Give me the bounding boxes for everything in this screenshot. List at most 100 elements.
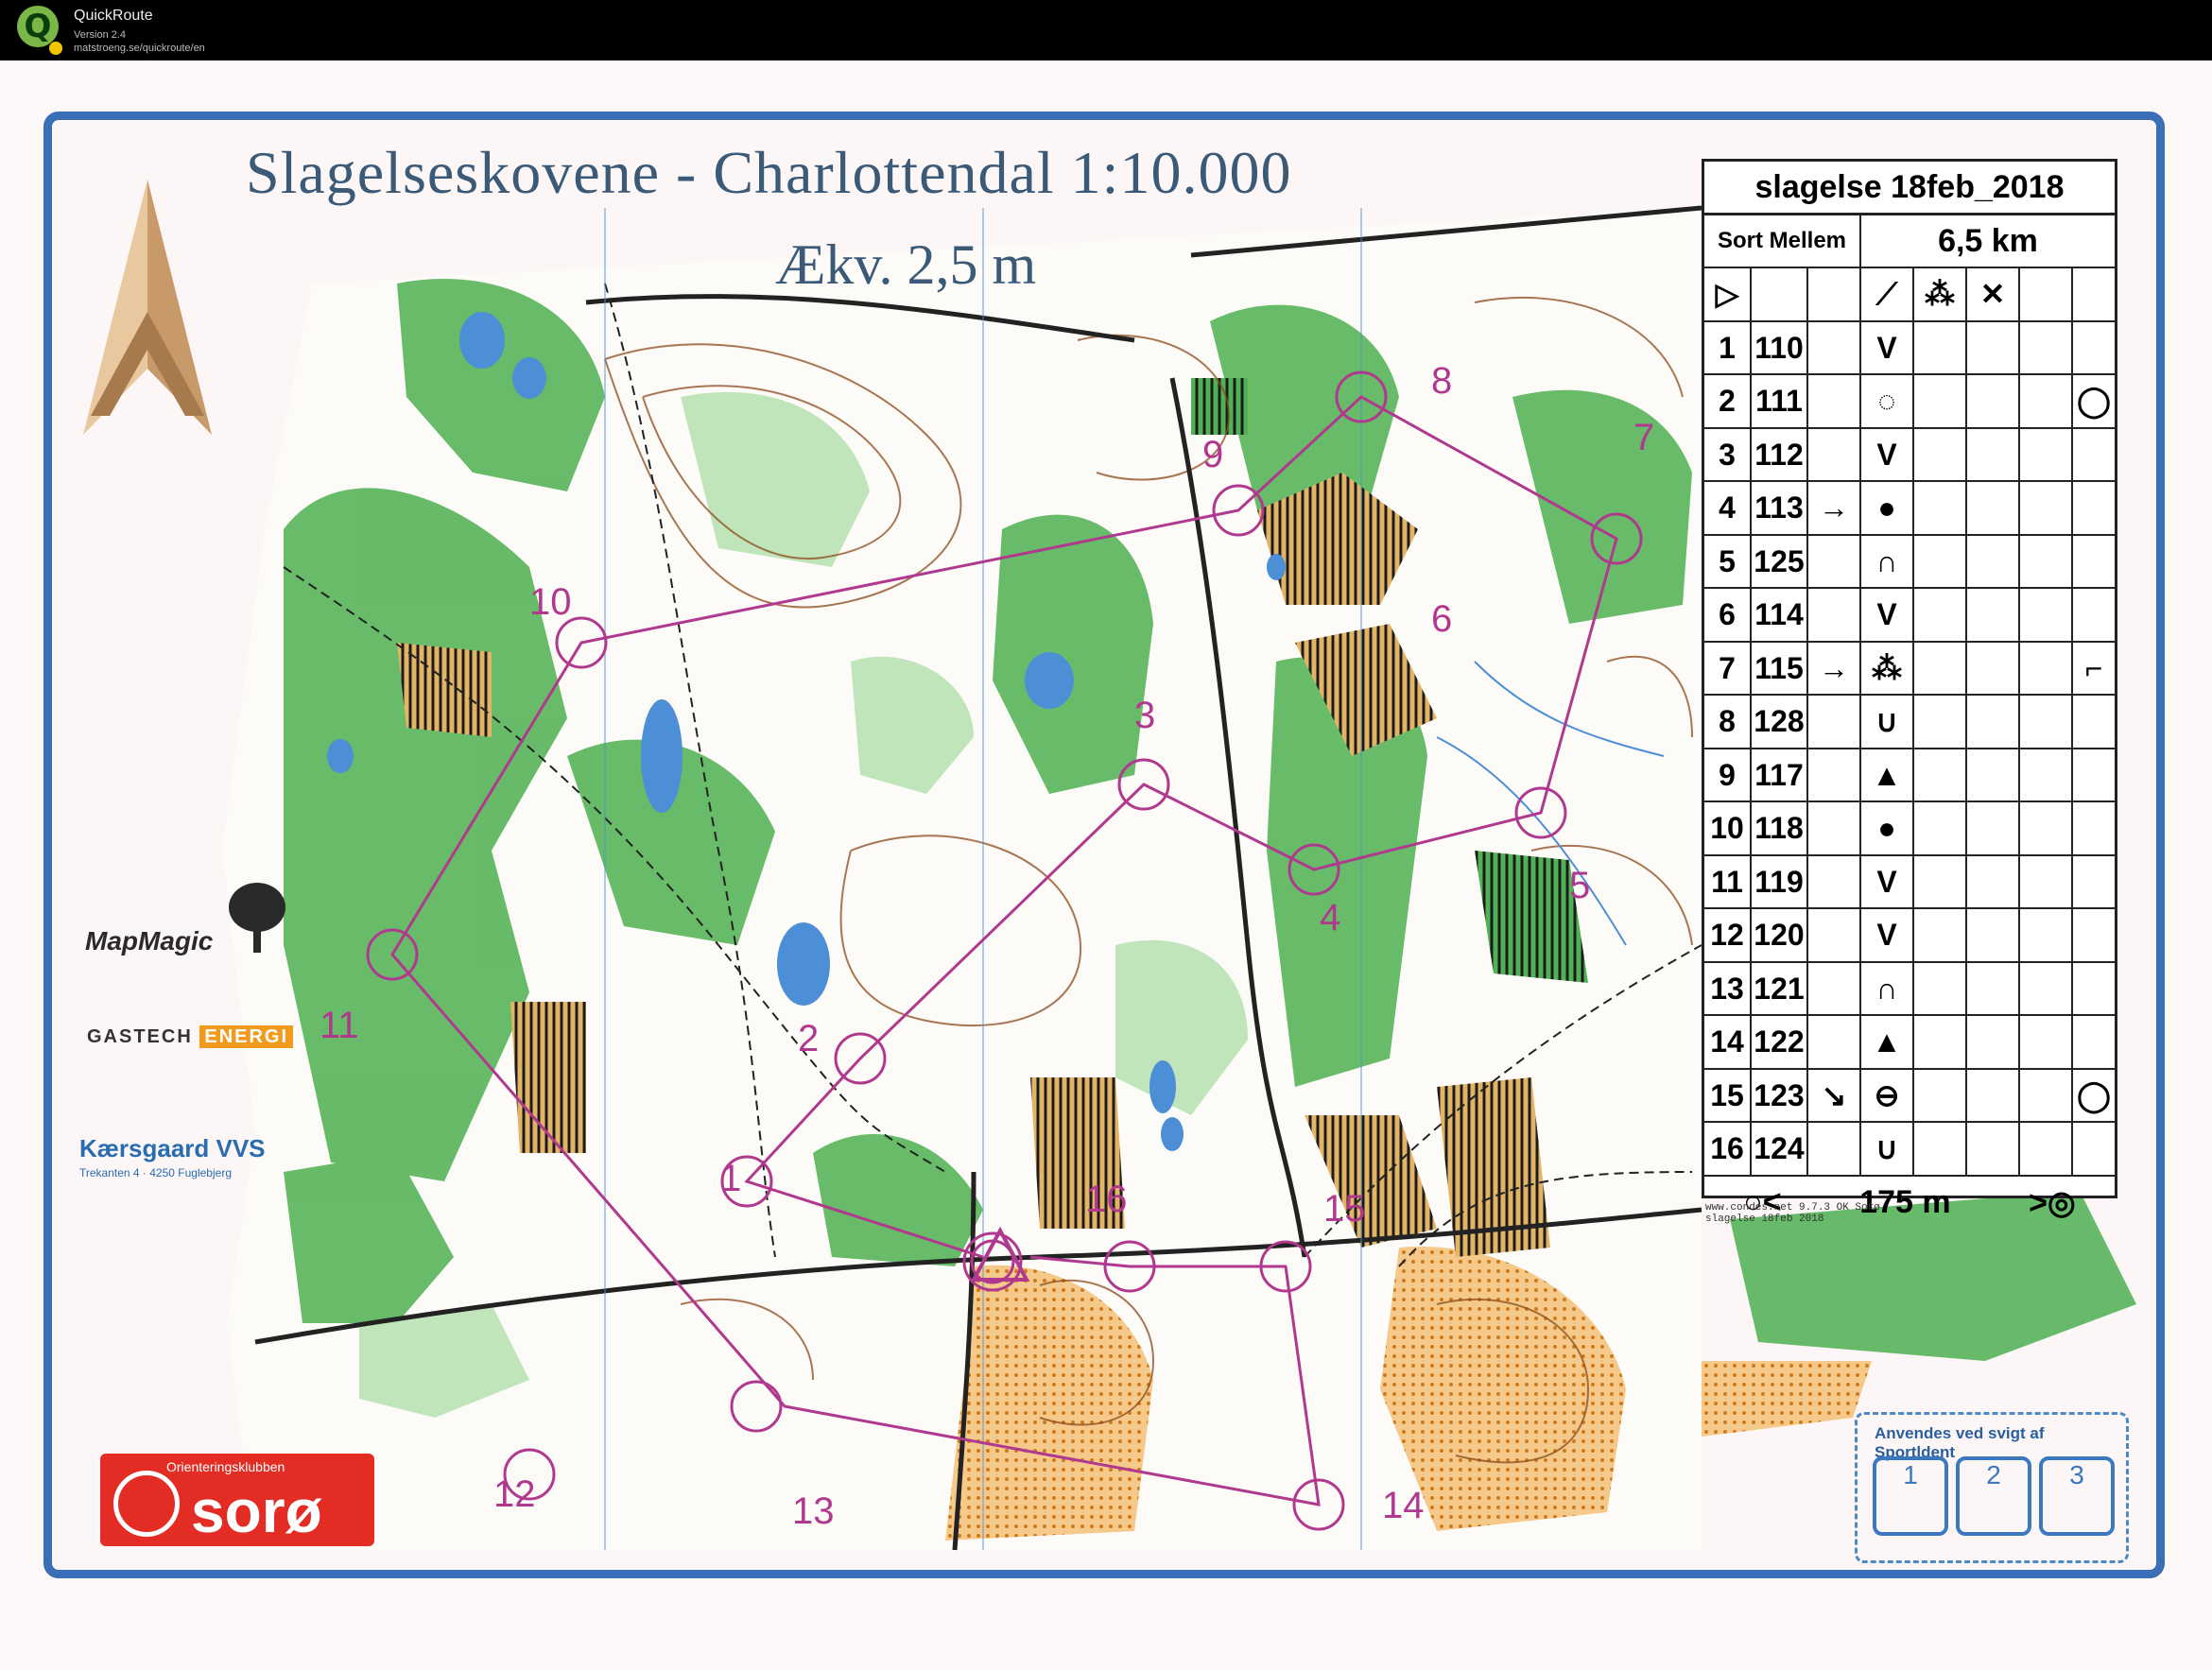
control-number-cell: 4 — [1704, 482, 1752, 534]
description-row: 16 124 ∪ — [1704, 1123, 2115, 1177]
control-number: 9 — [1202, 434, 1223, 475]
contour-interval: Ækv. 2,5 m — [775, 233, 1037, 296]
description-row: 10 118 ● — [1704, 802, 2115, 856]
feature-cell: ▲ — [1861, 1016, 1914, 1068]
feature-cell: ⊖ — [1861, 1069, 1914, 1121]
extra-cell — [2020, 696, 2073, 748]
direction-cell — [1808, 1016, 1861, 1068]
dimension-cell — [1967, 1123, 2020, 1175]
feature-cell: ● — [1861, 482, 1914, 534]
extra-cell — [2020, 535, 2073, 587]
control-number-cell: 11 — [1704, 855, 1752, 907]
description-row: 2 111 ◌ ◯ — [1704, 375, 2115, 429]
dimension-cell — [1967, 482, 2020, 534]
backup-box[interactable]: 2 — [1956, 1456, 2031, 1536]
description-row: 8 128 ∪ — [1704, 696, 2115, 749]
control-number: 7 — [1633, 417, 1654, 458]
mapmagic-logo: MapMagic — [85, 926, 214, 956]
location-cell — [2073, 963, 2115, 1015]
extra-cell — [2020, 802, 2073, 854]
extra-cell — [2020, 909, 2073, 961]
appearance-cell — [1914, 802, 1967, 854]
course-class: Sort Mellem — [1704, 215, 1861, 267]
extra-cell — [2020, 1069, 2073, 1121]
north-arrow-icon — [83, 180, 212, 435]
path-icon: ⟋ — [1861, 268, 1914, 320]
control-code-cell: 120 — [1752, 909, 1808, 961]
control-number-cell: 15 — [1704, 1069, 1752, 1121]
location-cell — [2073, 589, 2115, 641]
control-descriptions: slagelse 18feb_2018 Sort Mellem 6,5 km ▷… — [1702, 159, 2117, 1221]
control-code-cell: 118 — [1752, 802, 1808, 854]
direction-cell: → — [1808, 482, 1861, 534]
direction-cell — [1808, 1123, 1861, 1175]
control-number: 13 — [792, 1490, 835, 1532]
extra-cell — [2020, 855, 2073, 907]
description-row: 11 119 V — [1704, 855, 2115, 909]
control-number-cell: 5 — [1704, 535, 1752, 587]
dimension-cell — [1967, 375, 2020, 427]
feature-cell: ∩ — [1861, 535, 1914, 587]
course-length: 6,5 km — [1938, 223, 2038, 259]
appearance-cell — [1914, 855, 1967, 907]
control-number: 8 — [1431, 360, 1452, 402]
feature-cell: V — [1861, 909, 1914, 961]
ok-soro-logo: Orienteringsklubben sorø — [100, 1454, 374, 1546]
control-code-cell: 113 — [1752, 482, 1808, 534]
dimension-cell — [1967, 321, 2020, 373]
control-code-cell: 111 — [1752, 375, 1808, 427]
feature-cell: ∩ — [1861, 962, 1914, 1014]
direction-cell — [1808, 589, 1861, 641]
control-number-cell: 8 — [1704, 696, 1752, 748]
control-number-cell: 16 — [1704, 1123, 1752, 1175]
description-row: 13 121 ∩ — [1704, 962, 2115, 1016]
control-number-cell: 2 — [1704, 375, 1752, 427]
control-number: 2 — [798, 1018, 819, 1059]
extra-cell — [2020, 428, 2073, 480]
feature-cell: V — [1861, 428, 1914, 480]
tree-icon — [229, 883, 285, 953]
description-row: 9 117 ▲ — [1704, 749, 2115, 802]
description-row: 12 120 V — [1704, 909, 2115, 963]
extra-cell — [2020, 749, 2073, 801]
dimension-cell — [1967, 909, 2020, 961]
appearance-cell — [1914, 909, 1967, 961]
feature-cell: ◌ — [1861, 375, 1914, 427]
control-number: 1 — [720, 1158, 741, 1199]
direction-cell — [1808, 962, 1861, 1014]
bull-icon — [113, 1471, 180, 1537]
direction-cell — [1808, 535, 1861, 587]
feature-cell: ⁂ — [1861, 642, 1914, 694]
feature-cell: ∪ — [1861, 1123, 1914, 1175]
dimension-cell — [1967, 962, 2020, 1014]
appearance-cell — [1914, 589, 1967, 641]
location-cell — [2073, 802, 2115, 854]
backup-box[interactable]: 1 — [1873, 1456, 1948, 1536]
control-number-cell: 12 — [1704, 909, 1752, 961]
location-cell — [2073, 429, 2115, 481]
location-cell — [2073, 696, 2115, 748]
feature-cell: ● — [1861, 802, 1914, 854]
start-row: ▷ ⟋ ⁂ ✕ — [1704, 268, 2115, 322]
appearance-cell — [1914, 1069, 1967, 1121]
control-number: 3 — [1134, 695, 1155, 736]
location-cell — [2073, 909, 2115, 961]
dimension-cell — [1967, 802, 2020, 854]
control-code-cell: 114 — [1752, 589, 1808, 641]
control-code-cell: 125 — [1752, 535, 1808, 587]
control-code-cell: 122 — [1752, 1016, 1808, 1068]
control-number-cell: 13 — [1704, 962, 1752, 1014]
extra-cell — [2020, 642, 2073, 694]
location-cell — [2073, 536, 2115, 588]
extra-cell — [2020, 1123, 2073, 1175]
control-code-cell: 123 — [1752, 1069, 1808, 1121]
appearance-cell — [1914, 642, 1967, 694]
appearance-cell — [1914, 375, 1967, 427]
dimension-cell — [1967, 1069, 2020, 1121]
backup-box[interactable]: 3 — [2039, 1456, 2115, 1536]
appearance-cell — [1914, 482, 1967, 534]
stony-icon: ⁂ — [1914, 268, 1967, 320]
control-number: 10 — [529, 581, 572, 623]
dimension-cell — [1967, 589, 2020, 641]
direction-cell — [1808, 855, 1861, 907]
